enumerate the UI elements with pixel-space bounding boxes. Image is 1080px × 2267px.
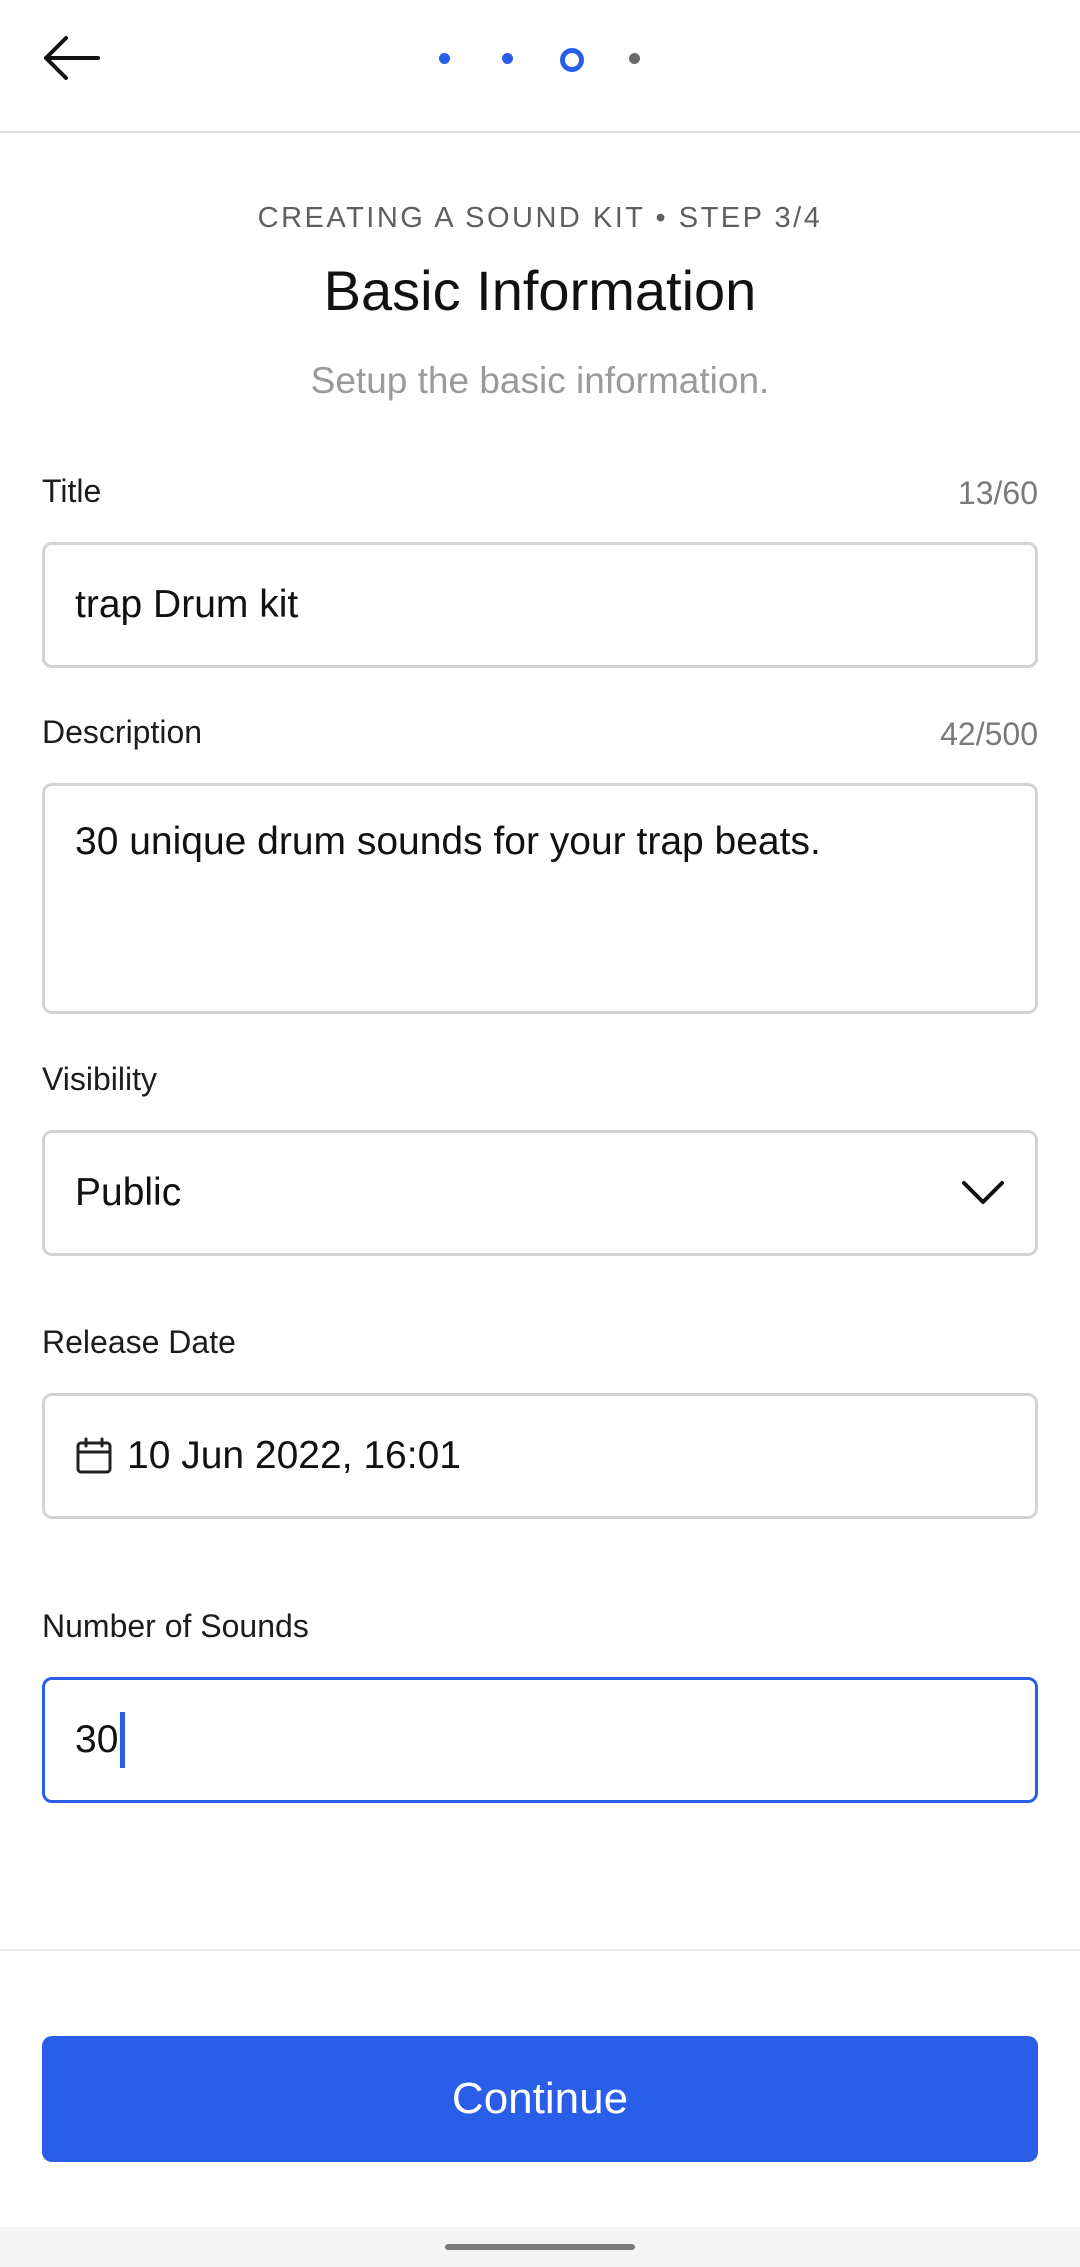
chevron-down-icon [962, 1181, 1004, 1204]
title-char-counter: 13/60 [957, 475, 1038, 511]
page-title: Basic Information [323, 259, 757, 322]
description-textarea-value: 30 unique drum sounds for your trap beat… [75, 820, 821, 863]
number-of-sounds-value: 30 [75, 1718, 119, 1761]
step-dot-3 [560, 48, 584, 72]
visibility-selected-value: Public [75, 1171, 182, 1214]
visibility-label: Visibility [42, 1061, 157, 1097]
page-subtitle: Setup the basic information. [310, 360, 770, 401]
number-of-sounds-input[interactable]: 30 [42, 1677, 1038, 1803]
release-date-label: Release Date [42, 1324, 236, 1360]
text-cursor [120, 1712, 126, 1768]
title-label: Title [42, 473, 102, 509]
title-input-value: trap Drum kit [75, 583, 299, 626]
description-char-counter: 42/500 [940, 716, 1038, 752]
step-progress-indicator [0, 0, 1080, 120]
top-bar [0, 0, 1080, 133]
number-of-sounds-label: Number of Sounds [42, 1608, 309, 1644]
release-date-picker[interactable]: 10 Jun 2022, 16:01 [42, 1393, 1038, 1519]
release-date-value: 10 Jun 2022, 16:01 [127, 1434, 461, 1477]
home-indicator[interactable] [445, 2244, 635, 2250]
continue-button[interactable]: Continue [42, 2036, 1038, 2162]
step-dot-2 [502, 53, 513, 64]
step-caption: CREATING A SOUND KIT • STEP 3/4 [257, 202, 823, 234]
calendar-icon [75, 1437, 113, 1475]
visibility-select[interactable]: Public [42, 1130, 1038, 1256]
step-dot-1 [439, 53, 450, 64]
description-label: Description [42, 714, 203, 750]
title-input[interactable]: trap Drum kit [42, 542, 1038, 668]
system-nav-area [0, 2227, 1080, 2267]
step-dot-4 [629, 53, 640, 64]
description-textarea[interactable]: 30 unique drum sounds for your trap beat… [42, 783, 1038, 1014]
